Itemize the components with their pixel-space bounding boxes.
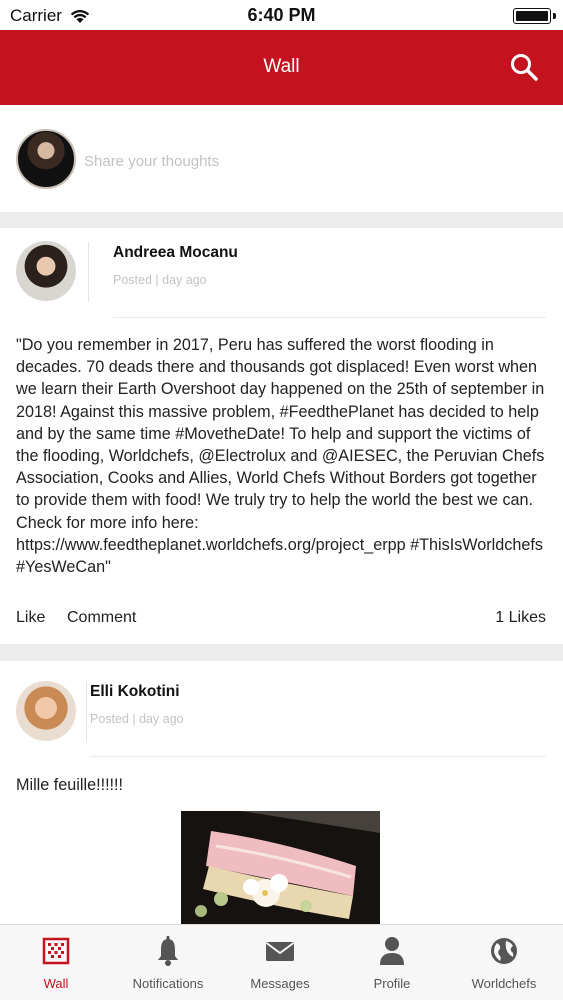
current-user-avatar[interactable] <box>16 129 76 189</box>
tab-bar: Wall Notifications Messages Profile Worl… <box>0 924 563 1000</box>
battery-icon <box>513 8 551 24</box>
author-divider <box>86 681 87 741</box>
page-title: Wall <box>263 56 300 77</box>
like-button[interactable]: Like <box>16 609 45 627</box>
search-icon <box>511 54 538 81</box>
battery-cap <box>553 13 556 19</box>
post-body-text: Mille feuille!!!!!! <box>16 776 124 794</box>
author-avatar[interactable] <box>16 681 76 741</box>
tab-profile[interactable]: Profile <box>336 925 448 1000</box>
share-thoughts-input[interactable] <box>84 149 524 173</box>
bell-icon <box>158 936 178 966</box>
search-button[interactable] <box>509 52 539 82</box>
status-time: 6:40 PM <box>247 5 316 25</box>
status-bar: Carrier 6:40 PM <box>0 0 563 30</box>
post-card: Elli Kokotini Posted | day ago Mille feu… <box>0 661 563 924</box>
author-divider <box>88 242 89 302</box>
likes-count[interactable]: 1 Likes <box>495 609 546 627</box>
post-photo[interactable] <box>181 811 380 924</box>
post-timestamp: Posted | day ago <box>90 712 184 726</box>
author-avatar[interactable] <box>16 241 76 301</box>
composer-card <box>0 105 563 212</box>
post-author-name[interactable]: Andreea Mocanu <box>113 244 238 262</box>
post-body-text: "Do you remember in 2017, Peru has suffe… <box>16 336 549 577</box>
envelope-icon <box>265 942 295 961</box>
tab-messages[interactable]: Messages <box>224 925 336 1000</box>
nav-bar: Wall <box>0 30 563 105</box>
post-card: Andreea Mocanu Posted | day ago "Do you … <box>0 228 563 644</box>
tab-label: Worldchefs <box>471 976 537 991</box>
tab-notifications[interactable]: Notifications <box>112 925 224 1000</box>
tab-label: Wall <box>43 976 69 991</box>
globe-icon <box>491 938 517 964</box>
post-author-name[interactable]: Elli Kokotini <box>90 683 180 701</box>
tab-worldchefs[interactable]: Worldchefs <box>448 925 560 1000</box>
post-timestamp: Posted | day ago <box>113 273 207 287</box>
post-header-divider <box>113 317 546 318</box>
tab-wall[interactable]: Wall <box>0 925 112 1000</box>
wall-grid-icon <box>42 937 70 965</box>
person-icon <box>380 937 404 965</box>
post-header-divider <box>90 756 546 757</box>
mille-feuille-photo <box>181 811 380 924</box>
tab-label: Profile <box>373 976 411 991</box>
comment-button[interactable]: Comment <box>67 609 136 627</box>
tab-label: Messages <box>250 976 310 991</box>
tab-label: Notifications <box>132 976 204 991</box>
